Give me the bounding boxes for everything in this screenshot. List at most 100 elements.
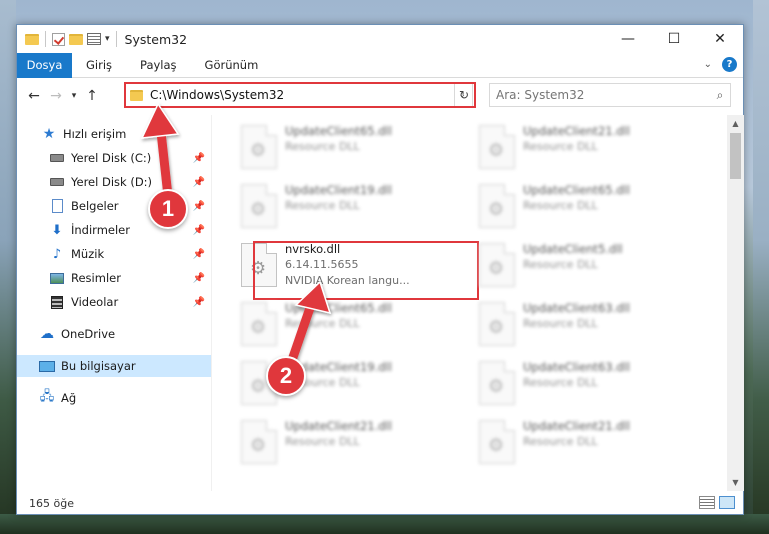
file-description: Resource DLL — [523, 317, 598, 330]
sidebar-item-quick-access[interactable]: ★ Hızlı erişim — [17, 123, 211, 145]
file-name: UpdateClient65.dll — [285, 301, 392, 315]
ribbon-tabs: Dosya Giriş Paylaş Görünüm ⌄ ? — [17, 52, 743, 78]
pin-icon[interactable]: 📌 — [193, 177, 205, 188]
view-buttons — [699, 496, 735, 509]
file-tile[interactable]: ⚙ UpdateClient21.dll Resource DLL — [473, 121, 703, 175]
forward-arrow-icon[interactable]: → — [45, 85, 67, 107]
pin-icon[interactable]: 📌 — [193, 153, 205, 164]
star-icon: ★ — [42, 126, 56, 142]
address-path[interactable]: C:\Windows\System32 — [150, 88, 458, 102]
file-tile-nvrsko[interactable]: ⚙ nvrsko.dll 6.14.11.5655 NVIDIA Korean … — [235, 239, 465, 293]
drive-icon — [49, 175, 65, 189]
file-tile[interactable]: ⚙ UpdateClient19.dll Resource DLL — [235, 180, 465, 234]
tab-share[interactable]: Paylaş — [126, 53, 191, 78]
tab-view[interactable]: Görünüm — [191, 53, 273, 78]
scroll-thumb[interactable] — [730, 133, 741, 179]
properties-check-icon[interactable] — [52, 32, 65, 46]
pane-splitter[interactable] — [211, 115, 212, 491]
file-tile[interactable]: ⚙ UpdateClient65.dll Resource DLL — [235, 121, 465, 175]
file-description: Resource DLL — [285, 199, 360, 212]
sidebar-item-network[interactable]: 🖧 Ağ — [17, 387, 211, 409]
up-arrow-icon[interactable]: ↑ — [81, 85, 103, 107]
address-bar[interactable]: C:\Windows\System32 ⌄ — [125, 83, 473, 107]
network-icon: 🖧 — [39, 389, 55, 404]
file-name: UpdateClient65.dll — [285, 124, 392, 138]
search-input[interactable] — [496, 88, 710, 102]
file-version: 6.14.11.5655 — [285, 258, 359, 271]
sidebar-item-pictures[interactable]: Resimler 📌 — [17, 267, 211, 289]
documents-icon — [49, 199, 65, 213]
pin-icon[interactable]: 📌 — [193, 297, 205, 308]
file-tile[interactable]: ⚙ UpdateClient63.dll Resource DLL — [473, 298, 703, 352]
videos-icon — [49, 295, 65, 309]
tab-home[interactable]: Giriş — [72, 53, 126, 78]
sidebar-item-onedrive[interactable]: ☁ OneDrive — [17, 323, 211, 345]
sidebar-item-label: Belgeler — [71, 199, 119, 213]
close-button[interactable]: ✕ — [697, 25, 743, 53]
computer-icon — [39, 359, 55, 373]
search-box[interactable]: ⌕ — [489, 83, 731, 107]
folder-icon — [130, 89, 143, 101]
pin-icon[interactable]: 📌 — [193, 201, 205, 212]
scroll-down-icon[interactable]: ▼ — [727, 474, 744, 491]
pictures-icon — [49, 271, 65, 285]
sidebar-item-label: Müzik — [71, 247, 105, 261]
file-name: UpdateClient21.dll — [523, 124, 630, 138]
file-description: Resource DLL — [285, 435, 360, 448]
sidebar-item-label: İndirmeler — [71, 223, 130, 237]
file-tile[interactable]: ⚙ UpdateClient63.dll Resource DLL — [473, 357, 703, 411]
desktop-background-right — [753, 0, 769, 534]
sidebar-item-videos[interactable]: Videolar 📌 — [17, 291, 211, 313]
refresh-icon[interactable]: ↻ — [454, 84, 473, 106]
file-description: NVIDIA Korean langu... — [285, 274, 410, 287]
new-folder-icon[interactable] — [69, 33, 83, 45]
file-description: Resource DLL — [523, 376, 598, 389]
pin-icon[interactable]: 📌 — [193, 225, 205, 236]
expand-ribbon-icon[interactable]: ⌄ — [704, 59, 712, 70]
minimize-button[interactable]: — — [605, 25, 651, 53]
file-tile[interactable]: ⚙ UpdateClient65.dll Resource DLL — [235, 298, 465, 352]
properties-icon[interactable] — [87, 33, 101, 45]
sidebar-item-local-disk-d[interactable]: Yerel Disk (D:) 📌 — [17, 171, 211, 193]
sidebar-item-label: OneDrive — [61, 327, 116, 341]
drive-icon — [49, 151, 65, 165]
tiles-view-icon[interactable] — [719, 496, 735, 509]
search-icon[interactable]: ⌕ — [710, 88, 730, 103]
customize-toolbar-icon[interactable]: ▾ — [105, 34, 110, 44]
file-list: ⚙ UpdateClient65.dll Resource DLL ⚙ Updat… — [213, 115, 727, 491]
cloud-icon: ☁ — [40, 326, 54, 342]
item-count: 165 öğe — [29, 496, 74, 510]
sidebar-item-this-pc[interactable]: Bu bilgisayar — [17, 355, 211, 377]
file-tile[interactable]: ⚙ UpdateClient5.dll Resource DLL — [473, 239, 703, 293]
window-title: System32 — [124, 31, 188, 47]
scroll-up-icon[interactable]: ▲ — [727, 115, 744, 132]
tab-file[interactable]: Dosya — [17, 52, 72, 78]
file-description: Resource DLL — [523, 199, 598, 212]
file-tile[interactable]: ⚙ UpdateClient21.dll Resource DLL — [235, 416, 465, 470]
desktop-background-left — [0, 0, 16, 534]
dll-file-icon: ⚙ — [479, 125, 515, 169]
file-name: UpdateClient21.dll — [523, 419, 630, 433]
sidebar-item-music[interactable]: ♪ Müzik 📌 — [17, 243, 211, 265]
maximize-button[interactable]: ☐ — [651, 25, 697, 53]
dll-file-icon: ⚙ — [479, 420, 515, 464]
status-bar: 165 öğe — [17, 491, 743, 515]
back-arrow-icon[interactable]: ← — [23, 85, 45, 107]
sidebar-item-label: Yerel Disk (C:) — [71, 151, 152, 165]
sidebar-item-local-disk-c[interactable]: Yerel Disk (C:) 📌 — [17, 147, 211, 169]
file-description: Resource DLL — [523, 140, 598, 153]
file-tile[interactable]: ⚙ UpdateClient21.dll Resource DLL — [473, 416, 703, 470]
help-icon[interactable]: ? — [722, 57, 737, 72]
dll-file-icon: ⚙ — [479, 184, 515, 228]
dll-file-icon: ⚙ — [241, 184, 277, 228]
pin-icon[interactable]: 📌 — [193, 273, 205, 284]
pin-icon[interactable]: 📌 — [193, 249, 205, 260]
navigation-pane: ★ Hızlı erişim Yerel Disk (C:) 📌 Yerel D… — [17, 115, 211, 491]
recent-locations-icon[interactable]: ▾ — [67, 85, 81, 107]
explorer-window: ▾ System32 — ☐ ✕ Dosya Giriş Paylaş Görü… — [16, 24, 744, 515]
file-tile[interactable]: ⚙ UpdateClient65.dll Resource DLL — [473, 180, 703, 234]
dll-file-icon: ⚙ — [479, 361, 515, 405]
vertical-scrollbar[interactable]: ▲ ▼ — [727, 115, 744, 491]
downloads-icon: ⬇ — [51, 222, 63, 238]
details-view-icon[interactable] — [699, 496, 715, 509]
